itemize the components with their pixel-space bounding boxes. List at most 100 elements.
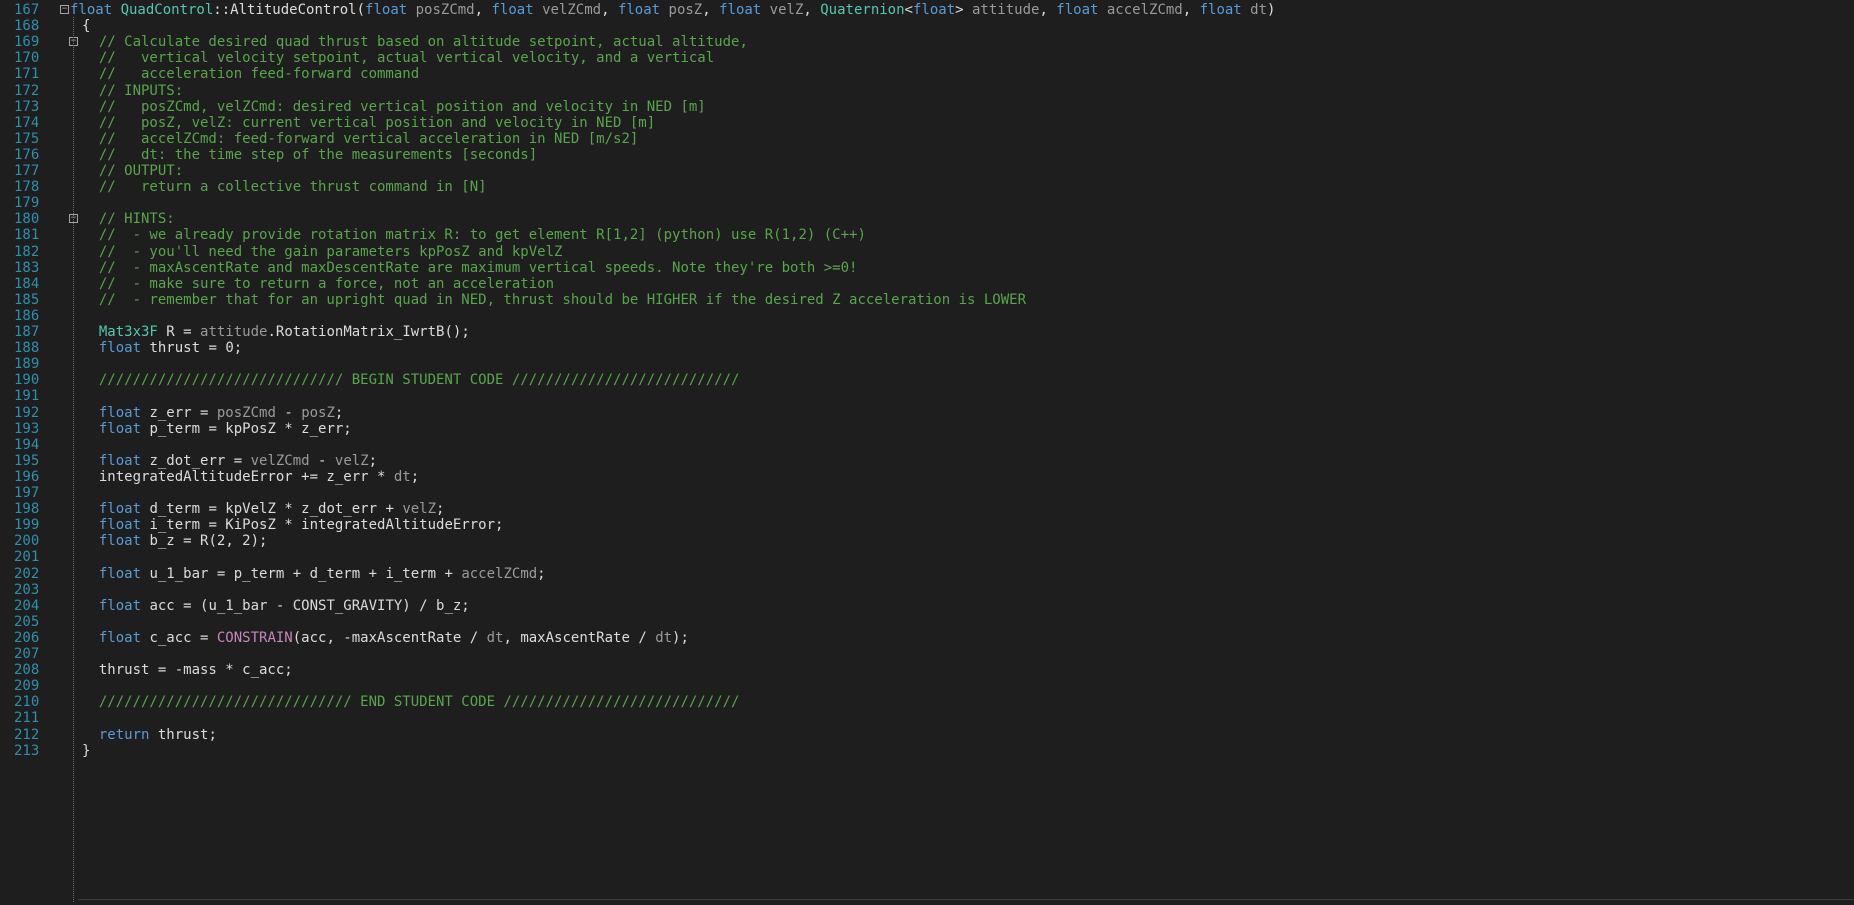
- token-keyword: float: [98, 501, 142, 518]
- token-keyword: float: [98, 420, 142, 437]
- token-plain: ,: [601, 2, 618, 18]
- token-param: attitude: [972, 2, 1040, 18]
- token-func: AltitudeControl: [230, 2, 357, 18]
- token-comment: // - make sure to return a force, not an…: [82, 275, 555, 292]
- token-comment: // - remember that for an upright quad i…: [82, 291, 1027, 308]
- code-editor[interactable]: 167− float QuadControl::AltitudeControl(f…: [0, 0, 1854, 905]
- token-plain: ,: [225, 533, 243, 550]
- token-comment: // HINTS:: [82, 211, 175, 228]
- token-keyword: float: [98, 629, 142, 646]
- token-plain: ::: [213, 2, 231, 18]
- token-plain: <: [904, 2, 913, 18]
- token-plain: p_term = kpPosZ * z_err;: [141, 420, 352, 437]
- token-comment: // accelZCmd: feed-forward vertical acce…: [82, 130, 639, 147]
- token-plain: integratedAltitudeError += z_err *: [82, 468, 394, 485]
- token-param: velZ: [402, 501, 437, 518]
- token-keyword: float: [98, 533, 142, 550]
- token-comment: // - we already provide rotation matrix …: [82, 227, 866, 244]
- token-keyword: float: [719, 2, 770, 18]
- token-plain: z_err =: [141, 404, 217, 421]
- line-number: 213: [14, 742, 40, 759]
- token-plain: .RotationMatrix_IwrtB();: [267, 324, 470, 340]
- token-plain: -: [309, 452, 335, 469]
- token-plain: ,: [702, 2, 720, 18]
- token-plain: {: [82, 18, 91, 35]
- token-keyword: float: [1199, 2, 1251, 18]
- code-text: }: [82, 742, 90, 761]
- token-comment: ////////////////////////////// END STUDE…: [82, 694, 740, 711]
- token-keyword: float: [365, 2, 416, 18]
- token-plain: thrust = -mass * c_acc;: [82, 662, 293, 679]
- token-number: 2: [242, 533, 251, 550]
- token-comment: // Calculate desired quad thrust based o…: [82, 34, 748, 51]
- fold-guide-line: [73, 17, 74, 902]
- token-plain: ,: [474, 2, 492, 18]
- token-param: posZCmd: [415, 2, 475, 18]
- token-comment: // return a collective thrust command in…: [82, 179, 487, 196]
- token-plain: thrust;: [149, 726, 217, 743]
- token-plain: }: [82, 742, 91, 759]
- token-keyword: float: [98, 452, 142, 469]
- token-keyword: float: [912, 2, 956, 18]
- token-plain: thrust =: [141, 340, 226, 357]
- token-plain: u_1_bar = p_term + d_term + i_term +: [141, 565, 462, 582]
- token-plain: ;: [410, 468, 420, 485]
- token-plain: ,: [803, 2, 821, 18]
- token-comment: // vertical velocity setpoint, actual ve…: [82, 50, 715, 67]
- token-keyword: float: [70, 2, 121, 18]
- token-comment: // - you'll need the gain parameters kpP…: [82, 243, 563, 260]
- token-plain: z_dot_err =: [141, 452, 251, 469]
- token-type: Quaternion: [820, 2, 905, 18]
- token-param: dt: [393, 468, 411, 485]
- token-param: accelZCmd: [1106, 2, 1183, 18]
- token-plain: );: [672, 629, 689, 646]
- token-plain: R =: [157, 324, 201, 340]
- token-plain: ;: [334, 404, 344, 421]
- token-macro: CONSTRAIN: [216, 629, 293, 646]
- token-plain: ;: [436, 501, 445, 518]
- token-keyword: float: [491, 2, 543, 18]
- token-plain: c_acc =: [141, 629, 217, 646]
- token-comment: ///////////////////////////// BEGIN STUD…: [82, 372, 740, 389]
- token-keyword: float: [617, 2, 669, 18]
- code-line[interactable]: 213}: [0, 742, 1854, 761]
- token-plain: );: [250, 533, 268, 550]
- editor-bottom-border: [78, 899, 1854, 900]
- token-plain: (: [356, 2, 366, 18]
- token-plain: ;: [368, 452, 378, 469]
- collapse-region-icon[interactable]: −: [60, 5, 69, 14]
- token-keyword: float: [98, 597, 142, 614]
- token-number: 0: [225, 340, 234, 357]
- token-param: velZCmd: [542, 2, 602, 18]
- token-comment: // - maxAscentRate and maxDescentRate ar…: [82, 259, 858, 276]
- token-plain: , maxAscentRate /: [503, 629, 656, 646]
- token-param: accelZCmd: [461, 565, 538, 582]
- token-param: velZ: [334, 452, 369, 469]
- token-keyword: float: [98, 517, 142, 534]
- token-keyword: return: [98, 726, 150, 743]
- token-param: velZ: [769, 2, 804, 18]
- token-comment: // INPUTS:: [82, 82, 184, 99]
- token-plain: ,: [1182, 2, 1200, 18]
- token-plain: -: [275, 404, 302, 421]
- token-plain: acc = (u_1_bar - CONST_GRAVITY) / b_z;: [141, 597, 470, 614]
- token-plain: ;: [537, 565, 546, 582]
- token-param: posZ: [668, 2, 703, 18]
- token-plain: ;: [233, 340, 243, 357]
- token-comment: // posZCmd, velZCmd: desired vertical po…: [82, 98, 706, 115]
- token-param: attitude: [200, 324, 268, 340]
- token-plain: b_z = R(: [141, 533, 217, 550]
- token-comment: // OUTPUT:: [82, 163, 184, 179]
- token-param: velZCmd: [250, 452, 310, 469]
- token-plain: d_term = kpVelZ * z_dot_err +: [141, 501, 403, 518]
- token-param: dt: [1250, 2, 1268, 18]
- token-plain: >: [955, 2, 972, 18]
